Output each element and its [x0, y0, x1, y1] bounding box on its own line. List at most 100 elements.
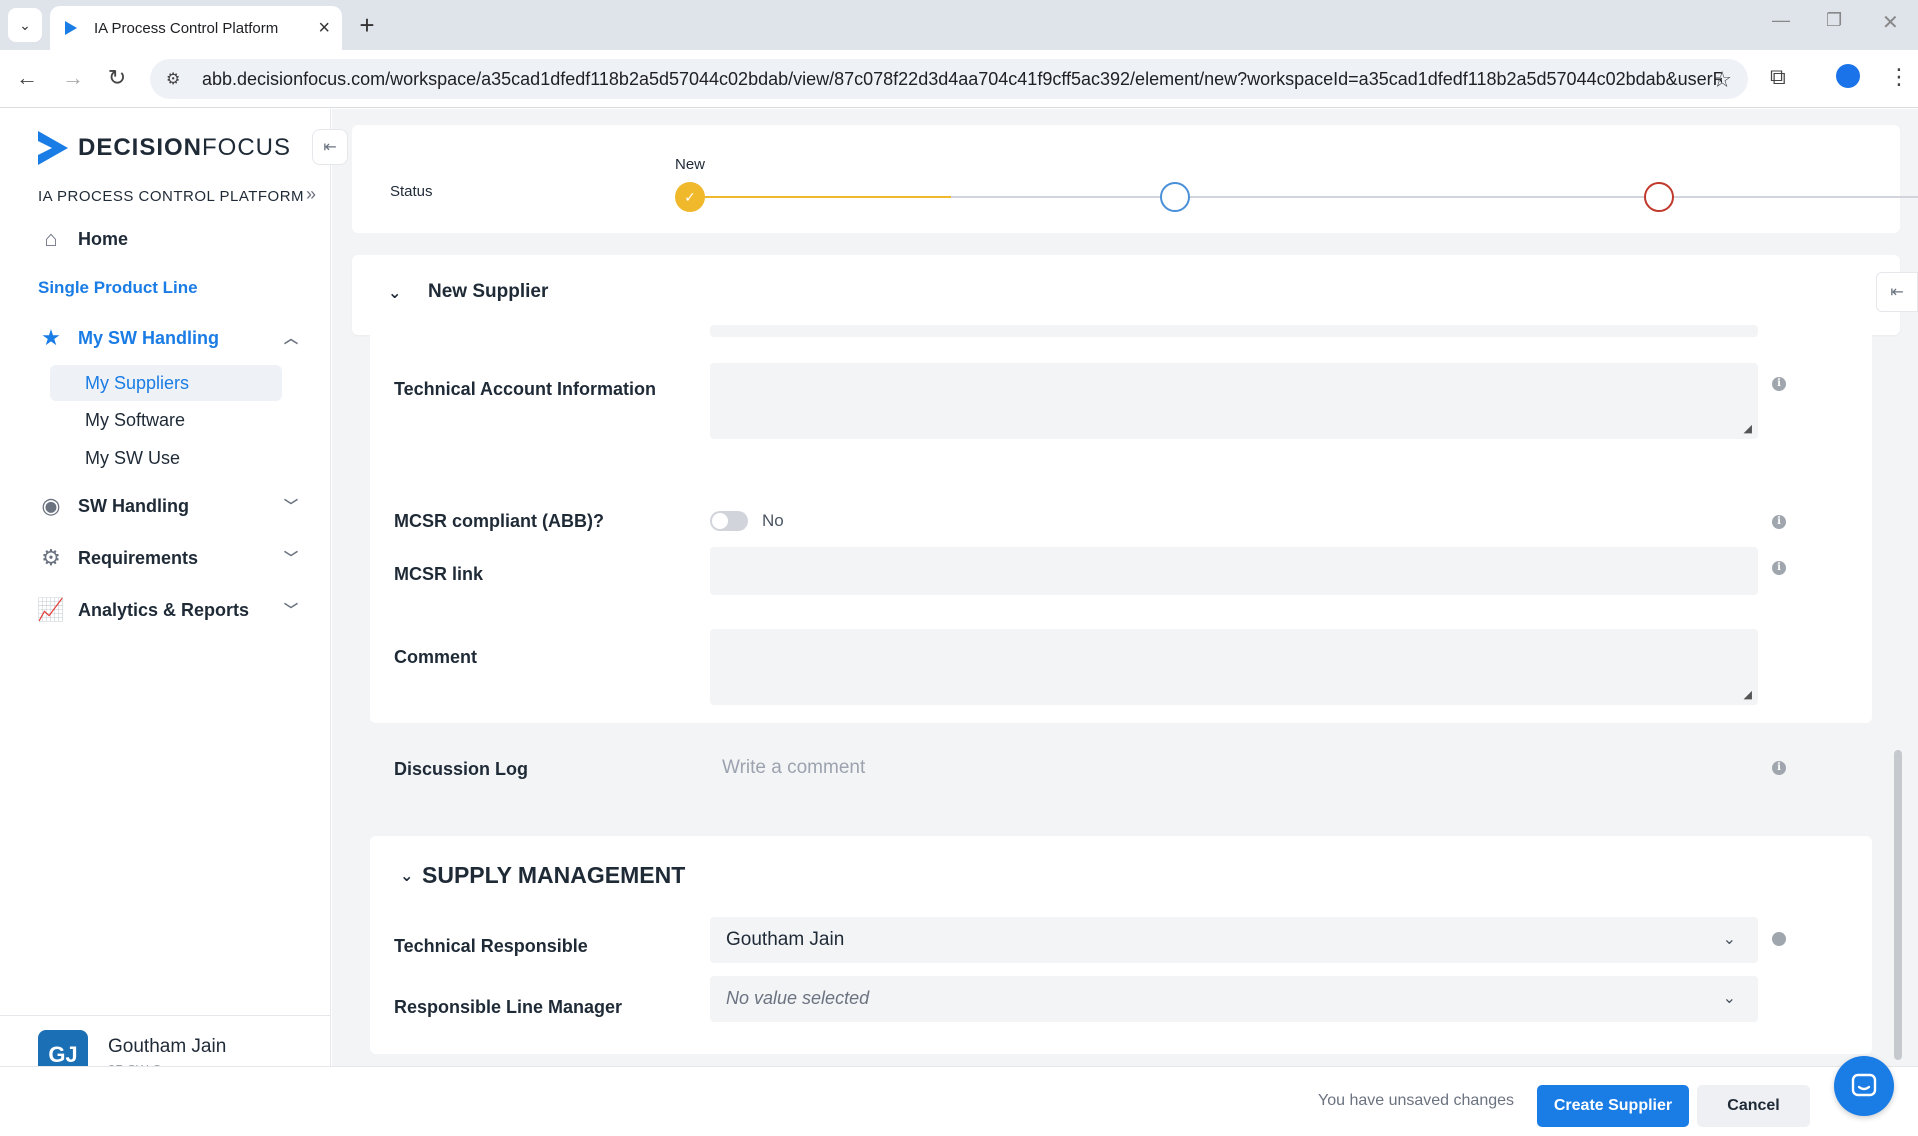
- create-supplier-button[interactable]: Create Supplier: [1537, 1085, 1689, 1127]
- field-above-partial[interactable]: [710, 325, 1758, 337]
- tab-search-button[interactable]: ⌄: [8, 8, 42, 42]
- discussion-log-input[interactable]: Write a comment: [710, 745, 1758, 793]
- cancel-button[interactable]: Cancel: [1697, 1085, 1810, 1127]
- supply-management-section: ⌄ SUPPLY MANAGEMENT Technical Responsibl…: [370, 836, 1872, 1054]
- chat-icon: [1851, 1073, 1877, 1097]
- line-manager-value: No value selected: [726, 988, 870, 1008]
- discussion-placeholder: Write a comment: [722, 757, 866, 778]
- stage-end-node[interactable]: [1644, 182, 1674, 212]
- nav-home[interactable]: ⌂ Home: [38, 226, 298, 252]
- mcsr-compliant-label: MCSR compliant (ABB)?: [394, 511, 604, 531]
- main-content: Status New ✓ ⌄ New Supplier ⇤ Technical …: [332, 109, 1918, 1066]
- scrollbar[interactable]: [1894, 750, 1902, 1060]
- chat-button[interactable]: [1834, 1056, 1894, 1116]
- chevron-down-icon: ⌄: [388, 285, 402, 302]
- nav-home-label: Home: [78, 228, 129, 249]
- product-line-link[interactable]: Single Product Line: [38, 278, 198, 298]
- supply-management-title[interactable]: SUPPLY MANAGEMENT: [422, 862, 685, 889]
- info-icon[interactable]: i: [1772, 515, 1786, 529]
- logo-wordmark: DECISIONFOCUS: [78, 134, 292, 161]
- chevron-down-icon: ﹀: [284, 602, 298, 618]
- nav-requirements-label: Requirements: [78, 547, 199, 568]
- arrow-left-bar-icon: ⇤: [323, 139, 337, 156]
- info-icon[interactable]: [1772, 932, 1786, 946]
- unsaved-changes-text: You have unsaved changes: [1318, 1092, 1515, 1109]
- favicon-icon: [65, 21, 77, 35]
- chevron-down-icon: ﹀: [284, 498, 298, 514]
- stage-next-node[interactable]: [1160, 182, 1190, 212]
- back-icon[interactable]: ←: [12, 65, 42, 91]
- check-icon: ✓: [684, 188, 696, 205]
- nav-sw-handling[interactable]: ◉ SW Handling ﹀: [38, 493, 298, 519]
- user-name: Goutham Jain: [108, 1036, 227, 1057]
- tab-title: IA Process Control Platform: [94, 19, 279, 37]
- tech-account-textarea[interactable]: ◢: [710, 363, 1758, 439]
- stage-new-node[interactable]: ✓: [675, 182, 705, 212]
- line-manager-select[interactable]: No value selected ⌄: [710, 976, 1758, 1022]
- sidebar-item-my-sw-use[interactable]: My SW Use: [50, 440, 282, 476]
- nav-my-sw-handling[interactable]: ★ My SW Handling ︿: [38, 325, 298, 351]
- progress-track-pending: [951, 196, 1918, 198]
- window-close-icon[interactable]: ✕: [1882, 10, 1899, 35]
- side-panel-toggle[interactable]: ⇤: [1876, 272, 1918, 312]
- status-label: Status: [390, 183, 433, 200]
- mcsr-toggle[interactable]: [710, 511, 748, 531]
- resize-handle-icon[interactable]: ◢: [1744, 688, 1752, 701]
- status-card: Status New ✓: [352, 125, 1918, 233]
- nav-analytics-label: Analytics & Reports: [78, 599, 250, 620]
- supplier-form: Technical Account Information ◢ i MCSR c…: [370, 325, 1872, 723]
- comment-textarea[interactable]: ◢: [710, 629, 1758, 705]
- chevron-down-icon: ﹀: [284, 550, 298, 566]
- nav-sw-handling-label: SW Handling: [78, 495, 189, 516]
- decision-focus-logo[interactable]: DECISIONFOCUS: [36, 129, 291, 167]
- sidebar-item-my-suppliers[interactable]: My Suppliers: [50, 365, 282, 401]
- resize-handle-icon[interactable]: ◢: [1744, 422, 1752, 435]
- close-tab-icon[interactable]: ×: [318, 17, 330, 40]
- url-text: abb.decisionfocus.com/workspace/a35cad1d…: [202, 68, 1722, 89]
- line-manager-label: Responsible Line Manager: [394, 997, 623, 1017]
- site-info-icon[interactable]: ⚙: [166, 69, 192, 89]
- section-title: New Supplier: [428, 281, 549, 302]
- tech-responsible-select[interactable]: Goutham Jain ⌄: [710, 917, 1758, 963]
- address-bar-area: ← → ↻ ⚙ abb.decisionfocus.com/workspace/…: [0, 50, 1918, 108]
- mcsr-toggle-value: No: [762, 511, 784, 530]
- minimize-icon[interactable]: —: [1772, 10, 1790, 31]
- forward-icon[interactable]: →: [58, 65, 88, 91]
- star-icon: ★: [41, 325, 61, 350]
- chevron-down-icon: ⌄: [1722, 931, 1736, 948]
- comment-label: Comment: [394, 647, 478, 667]
- info-icon[interactable]: i: [1772, 377, 1786, 391]
- double-chevron-right-icon[interactable]: »: [306, 184, 316, 205]
- browser-tab[interactable]: IA Process Control Platform ×: [50, 6, 342, 50]
- progress-track-done: [699, 196, 951, 198]
- browser-tab-bar: ⌄ IA Process Control Platform × + — ❐ ✕: [0, 0, 1918, 50]
- menu-icon[interactable]: ⋮: [1888, 64, 1910, 90]
- tech-responsible-value: Goutham Jain: [726, 929, 845, 950]
- sidebar: DECISIONFOCUS IA PROCESS CONTROL PLATFOR…: [0, 109, 331, 1136]
- chevron-down-icon: ⌄: [1722, 990, 1736, 1007]
- info-icon[interactable]: i: [1772, 561, 1786, 575]
- omnibox[interactable]: ⚙ abb.decisionfocus.com/workspace/a35cad…: [150, 59, 1748, 99]
- profile-icon[interactable]: [1836, 64, 1860, 88]
- nav-requirements[interactable]: ⚙ Requirements ﹀: [38, 545, 298, 571]
- chevron-down-icon[interactable]: ⌄: [400, 866, 413, 886]
- sidebar-item-my-software[interactable]: My Software: [50, 402, 282, 438]
- collapse-sidebar-button[interactable]: ⇤: [312, 129, 348, 165]
- nav-analytics-reports[interactable]: 📈 Analytics & Reports ﹀: [37, 597, 298, 623]
- restore-icon[interactable]: ❐: [1826, 10, 1842, 31]
- extensions-icon[interactable]: ⧉: [1770, 64, 1786, 90]
- new-tab-button[interactable]: +: [352, 10, 382, 40]
- new-supplier-header[interactable]: ⌄ New Supplier: [352, 255, 1900, 335]
- discussion-log-label: Discussion Log: [394, 759, 529, 779]
- footer-action-bar: You have unsaved changes Create Supplier…: [0, 1066, 1918, 1136]
- home-icon: ⌂: [44, 226, 58, 251]
- arrow-left-bar-icon: ⇤: [1890, 284, 1904, 301]
- tech-account-label: Technical Account Information: [394, 379, 657, 399]
- reload-icon[interactable]: ↻: [102, 65, 132, 91]
- chevron-down-icon: ⌄: [19, 16, 31, 33]
- logo-mark-icon: [38, 131, 68, 165]
- info-icon[interactable]: i: [1772, 761, 1786, 775]
- bookmark-star-icon[interactable]: ☆: [1712, 67, 1732, 93]
- mcsr-link-input[interactable]: [710, 547, 1758, 595]
- tech-responsible-label: Technical Responsible: [394, 936, 588, 956]
